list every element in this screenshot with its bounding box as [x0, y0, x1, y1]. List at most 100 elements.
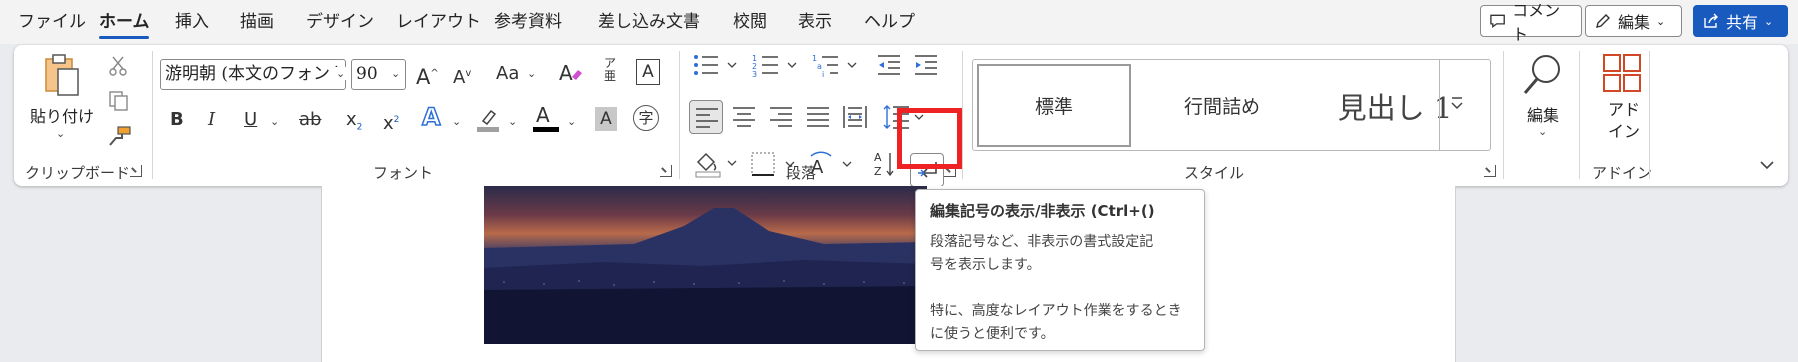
tab-insert[interactable]: 挿入 [175, 10, 209, 34]
editing-mode-button[interactable]: 編集 ⌄ [1585, 5, 1682, 37]
tooltip-title: 編集記号の表示/非表示 (Ctrl+() [930, 202, 1155, 220]
chevron-down-icon: ⌄ [1656, 14, 1666, 28]
chevron-down-icon[interactable]: ⌄ [567, 115, 576, 128]
bold-label: B [170, 109, 184, 130]
tooltip-line: 号を表示します。 [930, 257, 1041, 273]
styles-more-button[interactable] [1439, 59, 1473, 151]
copy-icon[interactable] [108, 90, 130, 112]
chevron-down-icon[interactable]: ⌄ [270, 115, 279, 128]
highlighter-icon[interactable] [475, 105, 501, 133]
tab-help[interactable]: ヘルプ [864, 10, 915, 34]
chevron-down-icon[interactable]: ⌄ [452, 115, 461, 128]
paste-label: 貼り付け [30, 107, 95, 126]
chevron-down-icon[interactable]: ⌄ [527, 67, 536, 80]
tab-draw[interactable]: 描画 [240, 10, 274, 34]
font-name-combo[interactable]: 游明朝 (本文のフォント [160, 59, 346, 90]
underline-button[interactable]: U [244, 108, 257, 132]
italic-label: I [208, 109, 216, 130]
enclosed-character-button[interactable]: 字 [633, 105, 659, 131]
character-shading-button[interactable]: A [595, 107, 617, 131]
chevron-down-icon: ⌄ [56, 127, 66, 140]
chevron-down-icon[interactable]: ⌄ [391, 67, 400, 80]
bullets-icon[interactable] [692, 53, 752, 77]
document-photo[interactable] [484, 186, 927, 344]
multilevel-list-icon[interactable]: 1ai [812, 53, 872, 77]
style-no-spacing-label: 行間詰め [1183, 96, 1260, 118]
subscript-button[interactable]: x2 [346, 108, 362, 140]
font-name-value: 游明朝 (本文のフォント [165, 64, 346, 84]
share-icon [1704, 13, 1718, 28]
character-border-icon[interactable]: A [636, 59, 660, 85]
group-divider [1649, 51, 1650, 179]
align-left-button[interactable] [689, 100, 723, 134]
search-icon [1523, 55, 1560, 94]
align-right-icon[interactable] [769, 106, 793, 128]
strikethrough-button[interactable]: ab [299, 108, 321, 132]
distributed-icon[interactable] [842, 104, 868, 130]
svg-text:3: 3 [752, 70, 757, 77]
text-effects-label: A [421, 103, 441, 131]
share-button[interactable]: 共有 ⌄ [1693, 5, 1788, 37]
paste-button[interactable]: 貼り付け ⌄ [30, 51, 94, 151]
superscript-mark: 2 [393, 115, 400, 125]
grow-font-label: A [416, 65, 431, 89]
font-launcher-icon[interactable] [660, 165, 672, 177]
bold-button[interactable]: B [170, 108, 184, 132]
chevron-down-icon[interactable]: ⌄ [334, 67, 348, 80]
font-color-button[interactable]: A [533, 103, 559, 133]
tab-view[interactable]: 表示 [798, 10, 832, 34]
sort-icon[interactable]: AZ [874, 149, 896, 179]
text-effects-button[interactable]: A [421, 103, 441, 131]
editing-button[interactable]: 編集 ⌄ [1511, 51, 1573, 155]
italic-button[interactable]: I [208, 108, 215, 132]
clear-formatting-icon[interactable]: A [558, 61, 584, 85]
group-divider [962, 51, 963, 179]
tab-references[interactable]: 参考資料 [494, 10, 562, 34]
shrink-font-label: A [453, 67, 466, 88]
shading-icon[interactable] [694, 150, 744, 178]
superscript-button[interactable]: x2 [383, 108, 399, 136]
increase-indent-icon[interactable] [913, 53, 939, 77]
align-center-icon[interactable] [732, 106, 756, 128]
phonetic-label: 亜 [603, 69, 616, 83]
grow-font-button[interactable]: A^ [416, 62, 439, 89]
justify-icon[interactable] [806, 106, 830, 128]
tab-file[interactable]: ファイル [18, 10, 86, 34]
styles-launcher-icon[interactable] [1484, 165, 1496, 177]
enclosed-character-label: 字 [638, 109, 654, 127]
collapse-ribbon-icon[interactable] [1759, 159, 1775, 171]
svg-text:A: A [559, 61, 573, 85]
styles-gallery: 標準 行間詰め 見出し 1 [972, 59, 1491, 151]
character-border-label: A [642, 62, 654, 82]
chevron-down-icon[interactable]: ⌄ [508, 115, 517, 128]
cut-icon[interactable] [108, 55, 128, 77]
chevron-down-icon: ⌄ [1538, 125, 1548, 138]
comment-button[interactable]: コメント [1480, 1, 1582, 44]
group-divider [1503, 51, 1504, 179]
change-case-label: Aa [496, 63, 520, 84]
tab-review[interactable]: 校閲 [733, 10, 767, 34]
tab-layout[interactable]: レイアウト [396, 10, 481, 34]
font-size-value: 90 [356, 64, 378, 84]
tab-home[interactable]: ホーム [99, 10, 150, 34]
highlight-annotation [897, 108, 962, 169]
style-normal-label: 標準 [1034, 96, 1073, 118]
style-normal[interactable]: 標準 [977, 64, 1131, 147]
decrease-indent-icon[interactable] [876, 53, 902, 77]
comment-icon [1490, 14, 1505, 29]
clipboard-group-label: クリップボード [25, 164, 131, 182]
change-case-button[interactable]: Aa [496, 62, 519, 86]
numbering-icon[interactable]: 123 [752, 53, 812, 77]
phonetic-guide-icon[interactable]: ア亜 [600, 57, 620, 83]
text-direction-icon[interactable]: A [809, 151, 865, 177]
subscript-mark: 2 [356, 122, 363, 133]
clipboard-launcher-icon[interactable] [130, 165, 142, 177]
style-no-spacing[interactable]: 行間詰め [1137, 64, 1307, 147]
format-painter-icon[interactable] [108, 125, 132, 147]
subscript-label: x [346, 109, 357, 130]
shrink-font-button[interactable]: Av [453, 62, 471, 90]
tab-mailings[interactable]: 差し込み文書 [598, 10, 700, 34]
character-shading-label: A [600, 109, 612, 129]
comment-button-label: コメント [1512, 1, 1561, 44]
tab-design[interactable]: デザイン [306, 10, 374, 34]
